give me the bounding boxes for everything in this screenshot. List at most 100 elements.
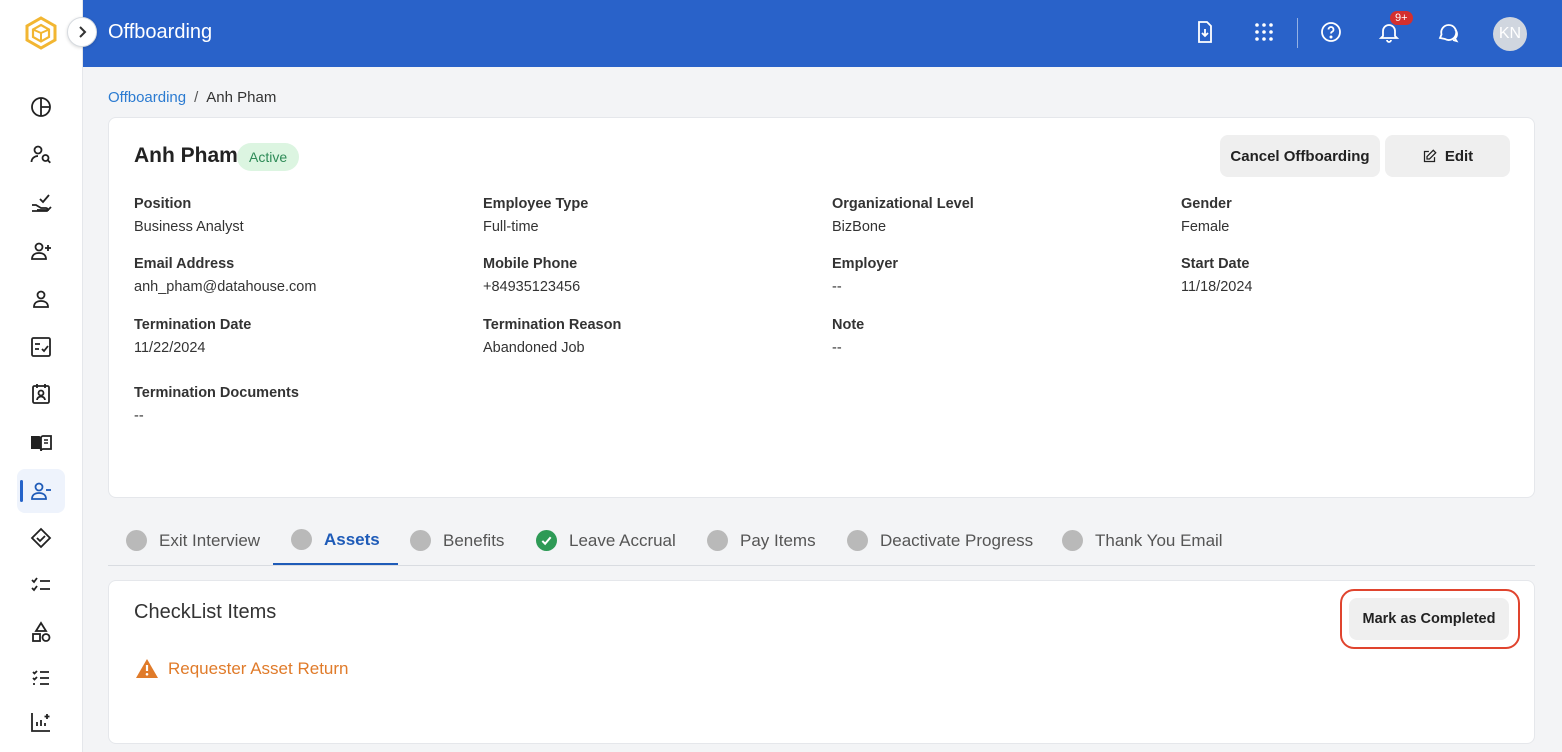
- field-value: --: [832, 279, 842, 295]
- field-label: Employee Type: [483, 196, 589, 212]
- checklist-board-icon: [31, 337, 51, 357]
- user-minus-icon: [31, 482, 51, 500]
- handshake-icon: [30, 527, 52, 549]
- edit-button-label: Edit: [1444, 147, 1474, 165]
- field-start-date: Start Date 11/18/2024: [1181, 256, 1253, 295]
- field-label: Termination Date: [134, 317, 252, 333]
- breadcrumb-offboarding-link[interactable]: Offboarding: [108, 89, 186, 106]
- tab-label: Pay Items: [740, 530, 816, 550]
- tab-label: Leave Accrual: [569, 530, 676, 550]
- sidebar-item-employees[interactable]: [17, 277, 65, 321]
- pending-status-icon: [291, 529, 312, 550]
- top-bar: Offboarding 9+ KN: [83, 0, 1562, 67]
- field-gender: Gender Female: [1181, 196, 1232, 235]
- field-value: --: [832, 340, 842, 356]
- tab-deactivate-progress[interactable]: Deactivate Progress: [829, 516, 1051, 565]
- pending-status-icon: [1062, 530, 1083, 551]
- edit-button[interactable]: Edit: [1385, 135, 1510, 177]
- header-divider: [1297, 18, 1298, 48]
- user-icon: [33, 290, 49, 308]
- field-note: Note --: [832, 317, 864, 356]
- mark-as-completed-button[interactable]: Mark as Completed: [1349, 598, 1509, 640]
- tab-label: Assets: [324, 529, 380, 549]
- tab-pay-items[interactable]: Pay Items: [689, 516, 834, 565]
- field-email-address: Email Address anh_pham@datahouse.com: [134, 256, 316, 295]
- chat-button[interactable]: [1434, 18, 1462, 46]
- field-label: Note: [832, 317, 865, 333]
- field-label: Start Date: [1181, 256, 1250, 272]
- task-list-icon: [32, 670, 49, 685]
- checklist-card: CheckList Items Mark as Completed Reques…: [108, 580, 1535, 744]
- hand-check-icon: [32, 194, 52, 212]
- list-check-icon: [31, 577, 50, 592]
- field-value: 11/18/2024: [1181, 279, 1253, 295]
- field-value: Business Analyst: [134, 219, 244, 235]
- field-value: BizBone: [832, 219, 887, 235]
- field-position: Position Business Analyst: [134, 196, 244, 235]
- sidebar-item-checklists[interactable]: [17, 563, 65, 607]
- sidebar-item-onboarding[interactable]: [17, 229, 65, 273]
- sidebar-item-offboarding[interactable]: [17, 469, 65, 513]
- book-icon: [31, 435, 52, 452]
- user-search-icon: [30, 145, 51, 164]
- tab-exit-interview[interactable]: Exit Interview: [108, 516, 278, 565]
- sidebar-item-benefits[interactable]: [17, 516, 65, 560]
- check-circle-icon: [536, 530, 557, 551]
- field-label: Email Address: [134, 256, 235, 272]
- tab-benefits[interactable]: Benefits: [392, 516, 522, 565]
- app-logo[interactable]: [24, 16, 58, 50]
- warning-icon: [136, 659, 158, 678]
- sidebar-item-recruitment[interactable]: [17, 132, 65, 176]
- sidebar-item-attendance[interactable]: [17, 372, 65, 416]
- download-document-button[interactable]: [1191, 18, 1219, 46]
- page-title: Offboarding: [108, 21, 213, 43]
- tab-thank-you-email[interactable]: Thank You Email: [1044, 516, 1241, 565]
- field-label: Termination Documents: [134, 385, 299, 401]
- pending-status-icon: [410, 530, 431, 551]
- shapes-icon: [32, 621, 51, 642]
- checklist-item-label: Requester Asset Return: [168, 658, 349, 678]
- sidebar-item-approvals[interactable]: [17, 181, 65, 225]
- pie-chart-icon: [31, 97, 51, 117]
- sidebar-item-assets[interactable]: [17, 610, 65, 654]
- checklist-item[interactable]: Requester Asset Return: [135, 658, 348, 679]
- sidebar-item-tasks[interactable]: [17, 325, 65, 369]
- chart-plus-icon: [31, 713, 50, 732]
- field-organizational-level: Organizational Level BizBone: [832, 196, 974, 235]
- field-value: Abandoned Job: [483, 340, 585, 356]
- sidebar: [0, 0, 83, 752]
- tab-label: Thank You Email: [1095, 530, 1223, 550]
- pending-status-icon: [126, 530, 147, 551]
- expand-sidebar-button[interactable]: [67, 17, 97, 47]
- field-mobile-phone: Mobile Phone +84935123456: [483, 256, 580, 295]
- edit-icon: [1423, 148, 1437, 162]
- sidebar-item-dashboard[interactable]: [17, 85, 65, 129]
- apps-button[interactable]: [1250, 18, 1278, 46]
- cancel-offboarding-button[interactable]: Cancel Offboarding: [1220, 135, 1380, 177]
- sidebar-item-reviews[interactable]: [17, 656, 65, 700]
- grid-dots-icon: [1255, 23, 1273, 41]
- sidebar-item-handbook[interactable]: [17, 421, 65, 465]
- user-avatar[interactable]: KN: [1493, 17, 1527, 51]
- field-termination-reason: Termination Reason Abandoned Job: [483, 317, 621, 356]
- field-value: --: [134, 408, 144, 424]
- tab-assets[interactable]: Assets: [273, 516, 398, 565]
- status-badge: Active: [237, 143, 300, 171]
- field-label: Mobile Phone: [483, 256, 578, 272]
- field-value: Full-time: [483, 219, 539, 235]
- calendar-user-icon: [32, 384, 50, 404]
- breadcrumb-current: Anh Pham: [206, 89, 277, 106]
- help-button[interactable]: [1317, 18, 1345, 46]
- field-value: 11/22/2024: [134, 340, 206, 356]
- offboarding-steps-tabs: Exit Interview Assets Benefits Leave Acc…: [108, 516, 1535, 566]
- field-value: anh_pham@datahouse.com: [134, 279, 317, 295]
- field-employee-type: Employee Type Full-time: [483, 196, 588, 235]
- tab-label: Deactivate Progress: [880, 530, 1034, 550]
- pending-status-icon: [847, 530, 868, 551]
- employee-name: Anh Pham: [134, 144, 238, 167]
- field-label: Employer: [832, 256, 899, 272]
- user-plus-icon: [31, 242, 51, 260]
- tab-leave-accrual[interactable]: Leave Accrual: [518, 516, 694, 565]
- sidebar-item-reports[interactable]: [17, 700, 65, 744]
- chat-bubbles-icon: [1438, 24, 1459, 43]
